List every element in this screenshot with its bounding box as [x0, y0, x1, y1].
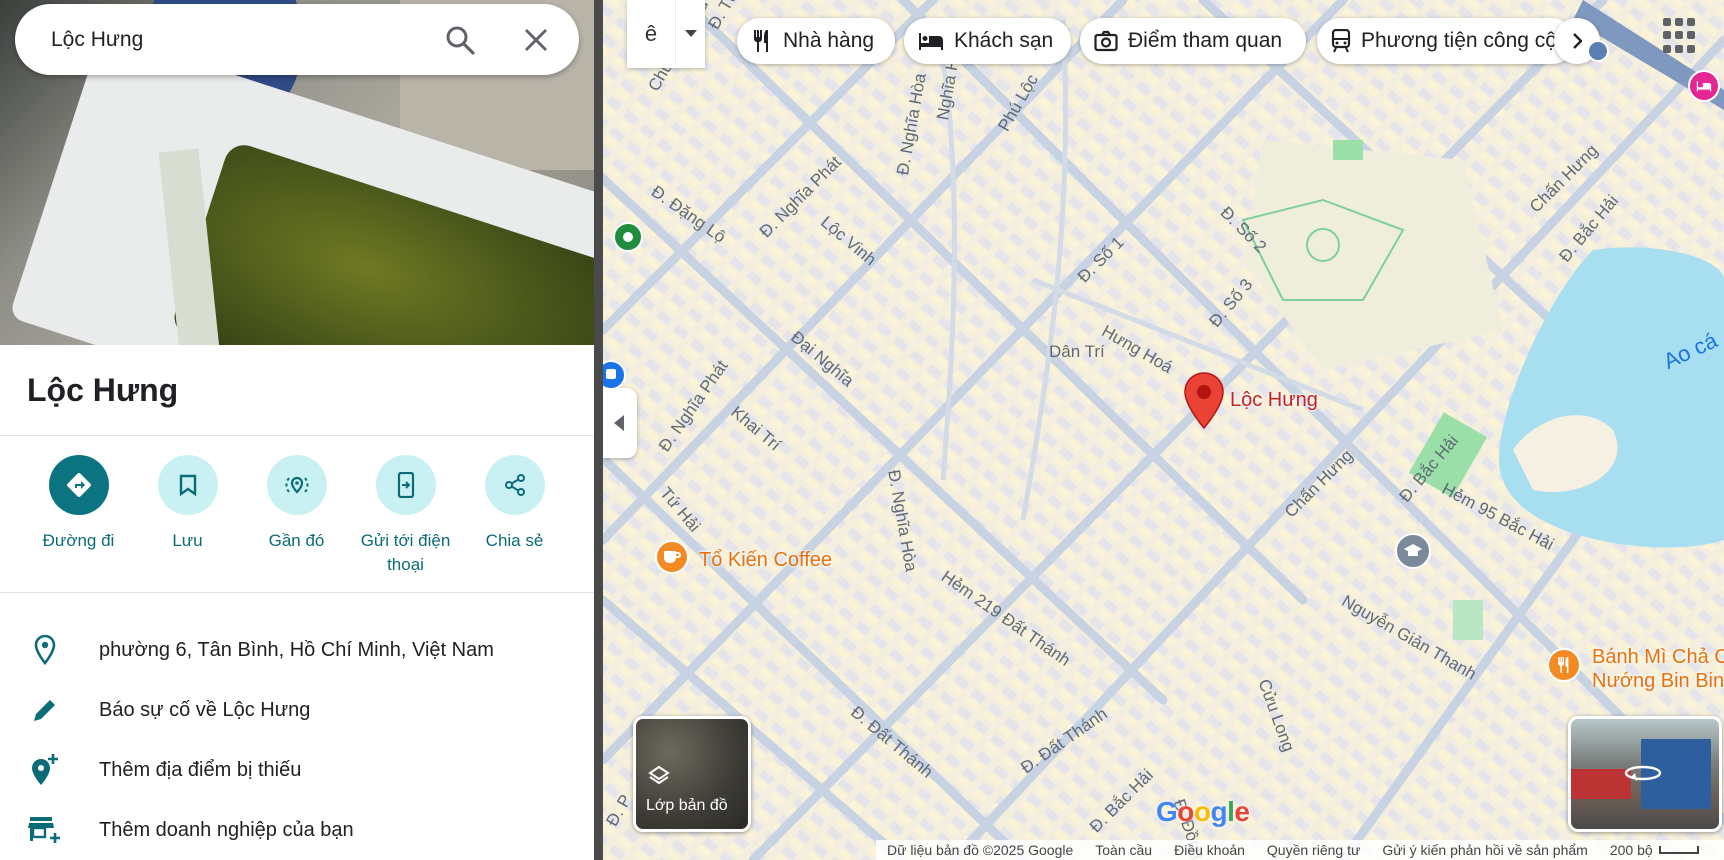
nearby-icon [284, 476, 309, 494]
school-marker-icon[interactable] [1395, 533, 1431, 569]
poi-label-cafe[interactable]: Tổ Kiến Coffee [699, 549, 832, 572]
place-title: Lộc Hưng [27, 372, 179, 408]
poi-label-banh-mi[interactable]: Bánh Mì Chả C [1592, 646, 1724, 669]
layers-icon [648, 765, 670, 785]
cafe-marker-icon[interactable] [655, 540, 689, 574]
pin-label[interactable]: Lộc Hưng [1230, 389, 1318, 412]
map-footer: Dữ liệu bản đồ ©2025 Google Toàn cầu Điề… [876, 840, 1724, 860]
share-button[interactable]: Chia sẻ [460, 455, 569, 577]
address-text: phường 6, Tân Bình, Hồ Chí Minh, Việt Na… [99, 638, 494, 661]
park-marker-icon[interactable] [613, 222, 643, 252]
add-missing-place-row[interactable]: Thêm địa điểm bị thiếu [0, 740, 594, 800]
chip-label: Khách sạn [954, 29, 1054, 52]
layers-label: Lớp bản đồ [646, 797, 728, 814]
transit-station-icon[interactable] [1587, 40, 1609, 62]
search-input[interactable] [51, 27, 431, 52]
search-box [15, 4, 579, 75]
place-panel: Lộc Hưng Đường đi Lưu [0, 0, 594, 860]
location-pin-icon [28, 633, 62, 667]
action-label: Đường đi [42, 531, 115, 550]
chip-hotels[interactable]: Khách sạn [904, 18, 1071, 64]
feedback-link[interactable]: Gửi ý kiến phản hồi về sản phẩm [1382, 842, 1588, 858]
bookmark-icon [179, 474, 196, 496]
share-icon [504, 474, 525, 496]
street-view-thumbnail[interactable] [1568, 716, 1722, 832]
hotel-icon [918, 31, 944, 51]
chip-label: Nhà hàng [783, 29, 875, 52]
input-method-toggle[interactable]: ê [627, 0, 705, 68]
terms-link[interactable]: Điều khoản [1174, 842, 1245, 858]
send-to-phone-button[interactable]: Gửi tới điện thoại [351, 455, 460, 577]
hotel-marker-icon[interactable] [1688, 70, 1720, 102]
directions-button[interactable]: Đường đi [24, 455, 133, 577]
google-logo: Google [1156, 796, 1250, 827]
save-button[interactable]: Lưu [133, 455, 242, 577]
apps-grid-icon[interactable] [1663, 18, 1699, 54]
rotate-360-icon [1624, 765, 1662, 781]
directions-icon [66, 473, 91, 497]
add-missing-place-text: Thêm địa điểm bị thiếu [99, 758, 302, 781]
map-canvas[interactable]: Chử Đồng Tử Đ. Đặng Lộ Đ. Nghĩa Phát Lộc… [603, 0, 1724, 860]
chip-attractions[interactable]: Điểm tham quan [1080, 18, 1306, 64]
camera-icon [1094, 30, 1118, 52]
add-business-icon [28, 813, 62, 847]
search-button[interactable] [442, 22, 478, 58]
chip-transit[interactable]: Phương tiện công cộng [1317, 18, 1575, 64]
chevron-right-icon [1573, 33, 1582, 49]
search-icon [446, 26, 475, 55]
input-method-dropdown[interactable] [675, 0, 705, 68]
divider [0, 592, 594, 593]
add-location-icon [28, 753, 62, 787]
map-layers-button[interactable]: Lớp bản đồ [633, 716, 751, 832]
poi-label-nuong[interactable]: Nướng Bin Bin [1592, 670, 1724, 693]
action-buttons: Đường đi Lưu Gần đó Gửi tới điện thoại C… [0, 455, 594, 577]
chip-label: Phương tiện công cộng [1361, 29, 1575, 52]
collapse-panel-button[interactable] [603, 388, 637, 458]
clear-search-button[interactable] [518, 22, 554, 58]
report-issue-row[interactable]: Báo sự cố về Lộc Hưng [0, 680, 594, 740]
selected-place-pin-icon[interactable] [1183, 372, 1225, 430]
send-to-phone-icon [397, 472, 414, 498]
global-link[interactable]: Toàn cầu [1095, 842, 1152, 858]
scale-bar [1658, 846, 1699, 854]
chevron-left-icon [614, 415, 624, 431]
pencil-icon [28, 693, 62, 727]
restaurant-icon [751, 29, 773, 53]
nearby-button[interactable]: Gần đó [242, 455, 351, 577]
add-business-text: Thêm doanh nghiệp của bạn [99, 818, 354, 841]
action-label: Chia sẻ [485, 531, 544, 550]
panel-scrollbar[interactable] [594, 0, 603, 860]
caret-down-icon [684, 30, 697, 37]
privacy-link[interactable]: Quyền riêng tư [1267, 842, 1360, 858]
scale-label[interactable]: 200 bộ [1610, 842, 1653, 858]
chip-restaurants[interactable]: Nhà hàng [737, 18, 895, 64]
report-issue-text: Báo sự cố về Lộc Hưng [99, 698, 311, 721]
divider [0, 435, 594, 436]
restaurant-marker-icon[interactable] [1547, 648, 1581, 682]
add-business-row[interactable]: Thêm doanh nghiệp của bạn [0, 800, 594, 860]
input-method-char: ê [644, 21, 658, 46]
action-label: Lưu [172, 531, 203, 550]
place-info-list: phường 6, Tân Bình, Hồ Chí Minh, Việt Na… [0, 620, 594, 860]
address-row[interactable]: phường 6, Tân Bình, Hồ Chí Minh, Việt Na… [0, 620, 594, 680]
street-label: Dân Trí [1049, 342, 1105, 361]
action-label: Gần đó [268, 531, 325, 550]
map-data-credit[interactable]: Dữ liệu bản đồ ©2025 Google [887, 842, 1073, 858]
transit-icon [1331, 29, 1351, 53]
close-icon [525, 29, 547, 51]
chip-label: Điểm tham quan [1128, 29, 1283, 52]
action-label: Gửi tới điện thoại [360, 531, 451, 574]
